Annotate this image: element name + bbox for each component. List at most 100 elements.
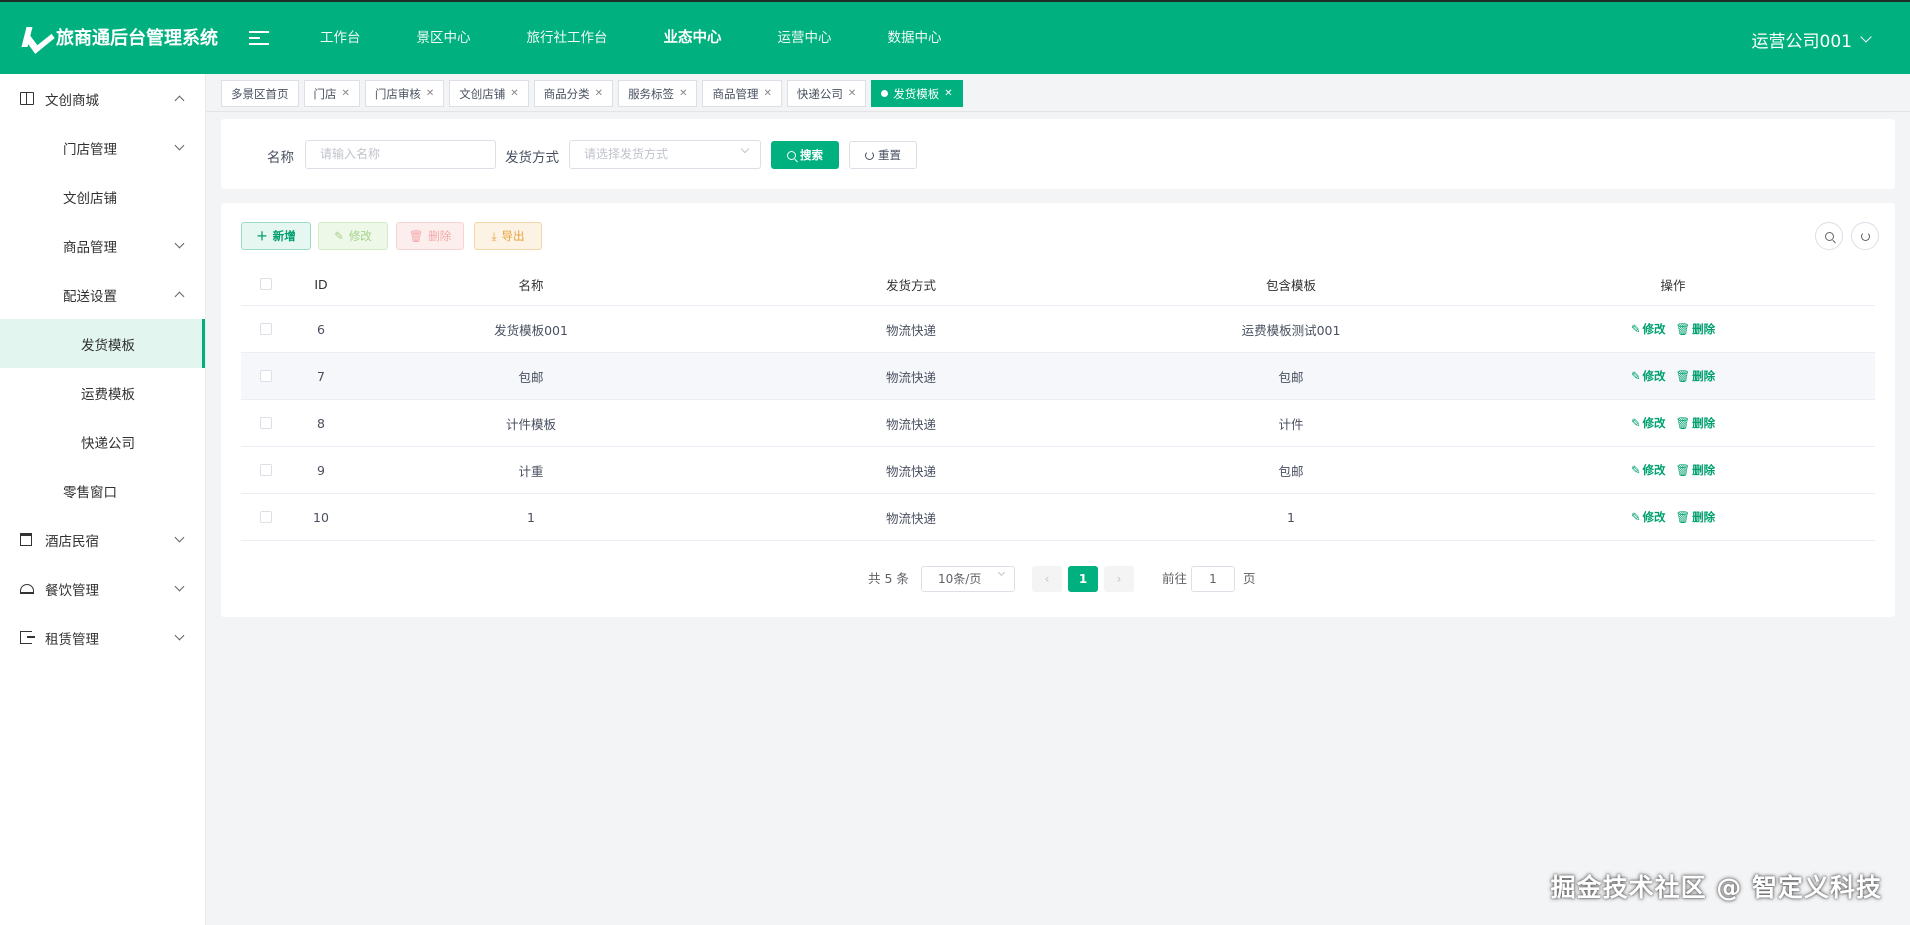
- edit-button[interactable]: ✎ 修改: [318, 222, 388, 250]
- search-button[interactable]: 搜索: [771, 141, 839, 169]
- nav-scenic-center[interactable]: 景区中心: [417, 2, 471, 76]
- link-label: 删除: [1692, 416, 1716, 430]
- row-ship-method: 物流快递: [885, 369, 936, 385]
- delete-button[interactable]: 🗑 删除: [396, 222, 464, 250]
- prev-page-button[interactable]: ‹: [1032, 566, 1062, 592]
- row-checkbox[interactable]: [260, 417, 272, 429]
- row-checkbox[interactable]: [260, 511, 272, 523]
- sidebar-item-delivery-settings[interactable]: 配送设置: [0, 270, 205, 319]
- search-icon: [787, 150, 796, 160]
- tab-ship-template[interactable]: 发货模板 ✕: [871, 80, 963, 107]
- close-icon[interactable]: ✕: [679, 88, 687, 99]
- pagination-total: 共 5 条: [868, 571, 909, 586]
- toggle-search-button[interactable]: [1815, 222, 1843, 250]
- table-row[interactable]: 10 1 物流快递 1 ✎ 修改 🗑 删除: [241, 494, 1875, 541]
- row-checkbox[interactable]: [260, 323, 272, 335]
- close-icon[interactable]: ✕: [944, 88, 952, 99]
- sidebar-item-shop[interactable]: 文创商城: [0, 74, 205, 123]
- menu-collapse-icon[interactable]: [249, 31, 269, 47]
- sidebar-item-retail-window[interactable]: 零售窗口: [0, 466, 205, 515]
- row-edit-link[interactable]: ✎ 修改: [1631, 415, 1666, 431]
- tab-store[interactable]: 门店 ✕: [303, 80, 360, 107]
- row-edit-link[interactable]: ✎ 修改: [1631, 321, 1666, 337]
- link-label: 删除: [1692, 369, 1716, 383]
- sidebar-item-label: 快递公司: [81, 435, 135, 452]
- tab-goods-mgmt[interactable]: 商品管理 ✕: [702, 80, 782, 107]
- sidebar-item-freight-template[interactable]: 运费模板: [0, 368, 205, 417]
- row-template: 包邮: [1278, 463, 1304, 479]
- tab-label: 服务标签: [628, 86, 675, 101]
- tab-service-tags[interactable]: 服务标签 ✕: [618, 80, 698, 107]
- page-size-select[interactable]: 10条/页: [921, 566, 1015, 592]
- row-edit-link[interactable]: ✎ 修改: [1631, 368, 1666, 384]
- plus-icon: ＋: [256, 229, 268, 243]
- next-page-button[interactable]: ›: [1104, 566, 1134, 592]
- sidebar-item-label: 文创店铺: [63, 190, 117, 207]
- row-edit-link[interactable]: ✎ 修改: [1631, 509, 1666, 525]
- ship-method-select[interactable]: 请选择发货方式: [569, 140, 761, 169]
- tab-goods-category[interactable]: 商品分类 ✕: [533, 80, 614, 107]
- row-delete-link[interactable]: 🗑 删除: [1676, 321, 1716, 337]
- app-logo[interactable]: 旅商通后台管理系统: [22, 24, 218, 50]
- tab-express-company[interactable]: 快递公司 ✕: [786, 80, 867, 107]
- sidebar-item-rental[interactable]: 租赁管理: [0, 613, 205, 662]
- sidebar-item-label: 配送设置: [63, 288, 117, 305]
- nav-workbench[interactable]: 工作台: [320, 2, 361, 76]
- nav-business-center[interactable]: 业态中心: [664, 2, 722, 76]
- row-edit-link[interactable]: ✎ 修改: [1631, 462, 1666, 478]
- row-operations: ✎ 修改 🗑 删除: [1471, 306, 1875, 352]
- close-icon[interactable]: ✕: [510, 88, 518, 99]
- name-input[interactable]: 请输入名称: [305, 140, 496, 169]
- tab-store-audit[interactable]: 门店审核 ✕: [364, 80, 445, 107]
- close-icon[interactable]: ✕: [763, 88, 771, 99]
- page-number-current[interactable]: 1: [1068, 566, 1098, 592]
- chevron-left-icon: ‹: [1044, 572, 1050, 586]
- edit-icon: ✎: [1630, 369, 1641, 383]
- download-icon: ⤓: [491, 228, 497, 243]
- row-delete-link[interactable]: 🗑 删除: [1676, 462, 1716, 478]
- tab-creative-store[interactable]: 文创店铺 ✕: [449, 80, 529, 107]
- row-delete-link[interactable]: 🗑 删除: [1676, 509, 1716, 525]
- nav-agency-workbench[interactable]: 旅行社工作台: [527, 2, 608, 76]
- ship-method-label: 发货方式: [505, 150, 559, 166]
- close-icon[interactable]: ✕: [595, 88, 603, 99]
- row-delete-link[interactable]: 🗑 删除: [1676, 415, 1716, 431]
- row-delete-link[interactable]: 🗑 删除: [1676, 368, 1716, 384]
- row-ship-method: 物流快递: [885, 463, 936, 479]
- table-row[interactable]: 7 包邮 物流快递 包邮 ✎ 修改 🗑 删除: [241, 353, 1875, 400]
- close-icon[interactable]: ✕: [342, 88, 350, 99]
- add-button[interactable]: ＋ 新增: [241, 222, 311, 250]
- table-row[interactable]: 9 计重 物流快递 包邮 ✎ 修改 🗑 删除: [241, 447, 1875, 494]
- edit-icon: ✎: [1630, 510, 1641, 524]
- row-checkbox[interactable]: [260, 464, 272, 476]
- button-label: 新增: [272, 229, 296, 243]
- refresh-icon: [1860, 231, 1870, 241]
- sidebar-item-store-mgmt[interactable]: 门店管理: [0, 123, 205, 172]
- select-all-checkbox[interactable]: [260, 278, 272, 290]
- close-icon[interactable]: ✕: [426, 88, 434, 99]
- reset-button[interactable]: 重置: [849, 141, 917, 169]
- refresh-button[interactable]: [1851, 222, 1879, 250]
- close-icon[interactable]: ✕: [848, 88, 856, 99]
- sidebar-item-express-company[interactable]: 快递公司: [0, 417, 205, 466]
- sidebar-item-hotel[interactable]: 酒店民宿: [0, 515, 205, 564]
- row-operations: ✎ 修改 🗑 删除: [1471, 447, 1875, 493]
- table-row[interactable]: 6 发货模板001 物流快递 运费模板测试001 ✎ 修改 🗑 删除: [241, 306, 1875, 353]
- user-menu[interactable]: 运营公司001: [1752, 27, 1872, 52]
- nav-data-center[interactable]: 数据中心: [888, 2, 942, 76]
- goto-page-input[interactable]: 1: [1191, 566, 1235, 592]
- sidebar-item-creative-store[interactable]: 文创店铺: [0, 172, 205, 221]
- tab-home[interactable]: 多景区首页: [221, 80, 299, 107]
- sidebar-item-label: 发货模板: [81, 337, 135, 354]
- nav-operation-center[interactable]: 运营中心: [778, 2, 832, 76]
- row-template: 运费模板测试001: [1241, 322, 1341, 338]
- edit-icon: ✎: [1630, 416, 1641, 430]
- sidebar-item-goods-mgmt[interactable]: 商品管理: [0, 221, 205, 270]
- sidebar-item-catering[interactable]: 餐饮管理: [0, 564, 205, 613]
- table-row[interactable]: 8 计件模板 物流快递 计件 ✎ 修改 🗑 删除: [241, 400, 1875, 447]
- export-button[interactable]: ⤓ 导出: [474, 222, 542, 250]
- sidebar-item-ship-template[interactable]: 发货模板: [0, 319, 205, 368]
- tab-label: 商品分类: [543, 86, 590, 101]
- row-checkbox[interactable]: [260, 370, 272, 382]
- row-name: 计重: [518, 463, 544, 479]
